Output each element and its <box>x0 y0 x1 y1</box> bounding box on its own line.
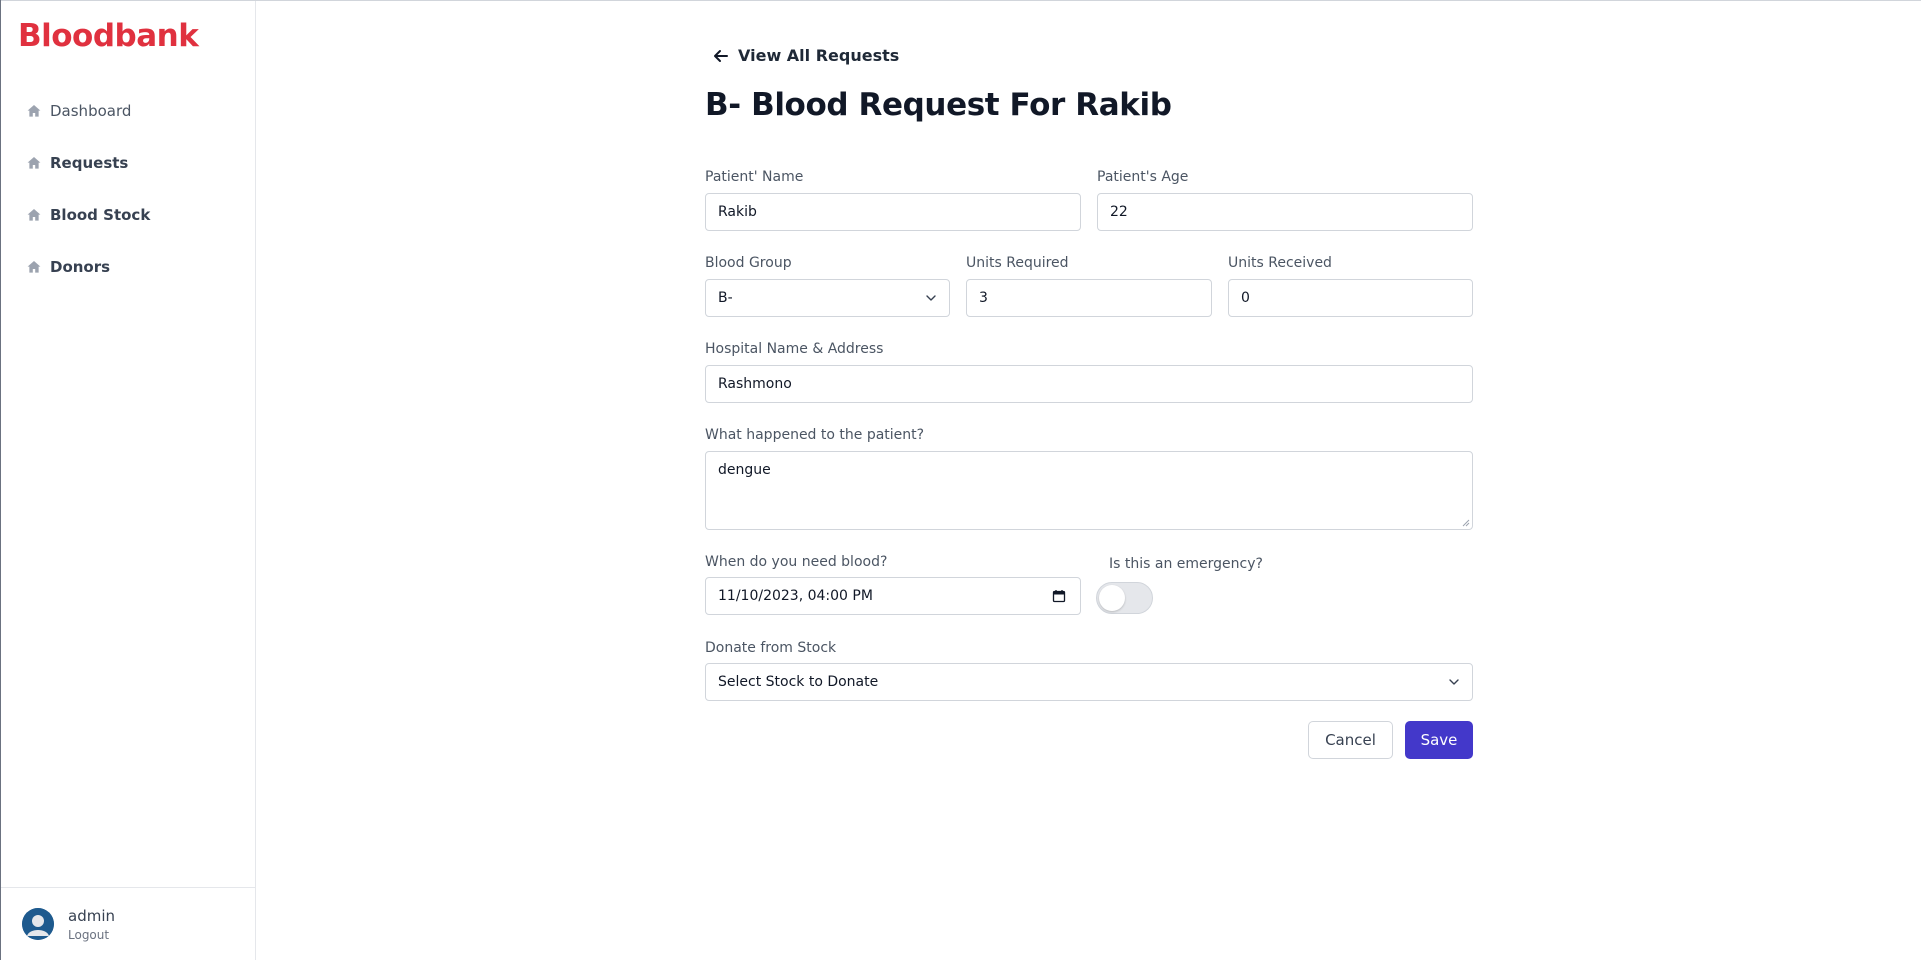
needed-at-datetime-input[interactable]: 11/10/2023, 04:00 PM <box>705 577 1081 615</box>
blood-group-label: Blood Group <box>705 255 792 271</box>
back-link-label: View All Requests <box>738 46 900 65</box>
donate-from-stock-value: Select Stock to Donate <box>718 674 879 690</box>
units-required-label: Units Required <box>966 255 1069 271</box>
resize-handle-icon[interactable] <box>1462 519 1470 527</box>
chevron-down-icon <box>926 295 936 301</box>
home-icon <box>27 157 41 169</box>
donate-from-stock-select[interactable]: Select Stock to Donate <box>705 663 1473 701</box>
home-icon <box>27 209 41 221</box>
user-info: admin Logout <box>68 907 115 942</box>
logout-link[interactable]: Logout <box>68 928 115 942</box>
emergency-label: Is this an emergency? <box>1109 556 1263 572</box>
sidebar-item-requests[interactable]: Requests <box>1 137 255 189</box>
sidebar: Bloodbank Dashboard Requests Blood Stock… <box>1 1 256 960</box>
sidebar-item-donors[interactable]: Donors <box>1 241 255 293</box>
sidebar-item-label: Dashboard <box>50 102 132 120</box>
patient-age-label: Patient's Age <box>1097 169 1189 185</box>
units-received-label: Units Received <box>1228 255 1332 271</box>
condition-label: What happened to the patient? <box>705 427 925 443</box>
toggle-knob <box>1099 585 1125 611</box>
sidebar-item-label: Donors <box>50 258 111 276</box>
user-profile: admin Logout <box>1 887 255 960</box>
blood-group-select[interactable]: B- <box>705 279 950 317</box>
home-icon <box>27 105 41 117</box>
donate-from-stock-label: Donate from Stock <box>705 640 837 656</box>
arrow-left-icon <box>714 49 728 62</box>
units-received-input[interactable]: 0 <box>1228 279 1473 317</box>
needed-at-label: When do you need blood? <box>705 554 888 570</box>
units-received-value: 0 <box>1241 290 1250 306</box>
patient-name-label: Patient' Name <box>705 169 804 185</box>
patient-age-input[interactable]: 22 <box>1097 193 1473 231</box>
brand-logo[interactable]: Bloodbank <box>18 18 199 54</box>
save-button[interactable]: Save <box>1405 721 1473 759</box>
sidebar-item-label: Blood Stock <box>50 206 151 224</box>
units-required-value: 3 <box>979 290 988 306</box>
chevron-down-icon <box>1449 679 1459 685</box>
emergency-toggle[interactable] <box>1096 582 1153 614</box>
page-title: B- Blood Request For Rakib <box>705 87 1172 123</box>
patient-name-value: Rakib <box>718 204 757 220</box>
patient-age-value: 22 <box>1110 204 1128 220</box>
hospital-input[interactable]: Rashmono <box>705 365 1473 403</box>
user-name: admin <box>68 906 115 925</box>
needed-at-value: 11/10/2023, 04:00 PM <box>718 588 873 604</box>
condition-textarea[interactable]: dengue <box>705 451 1473 530</box>
sidebar-item-dashboard[interactable]: Dashboard <box>1 85 255 137</box>
window-top-border <box>0 0 1921 1</box>
user-icon <box>22 908 54 940</box>
hospital-label: Hospital Name & Address <box>705 341 884 357</box>
sidebar-item-label: Requests <box>50 154 129 172</box>
hospital-value: Rashmono <box>718 376 792 392</box>
units-required-input[interactable]: 3 <box>966 279 1212 317</box>
sidebar-nav: Dashboard Requests Blood Stock Donors <box>1 85 255 293</box>
sidebar-item-blood-stock[interactable]: Blood Stock <box>1 189 255 241</box>
cancel-button[interactable]: Cancel <box>1308 721 1393 759</box>
view-all-requests-link[interactable]: View All Requests <box>713 46 899 65</box>
avatar[interactable] <box>22 908 54 940</box>
home-icon <box>27 261 41 273</box>
patient-name-input[interactable]: Rakib <box>705 193 1081 231</box>
condition-value: dengue <box>718 462 771 478</box>
calendar-icon[interactable] <box>1052 589 1066 603</box>
blood-group-value: B- <box>718 290 733 306</box>
